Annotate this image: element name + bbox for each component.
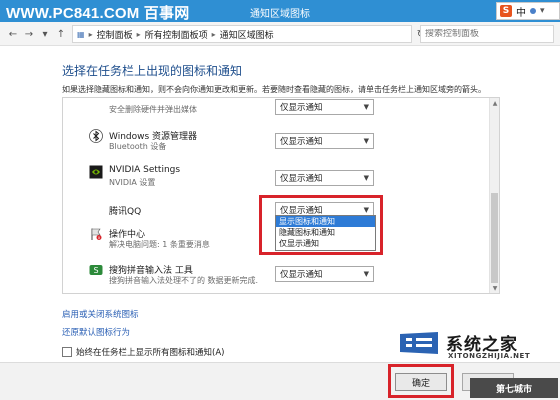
app-name: 腾讯QQ: [109, 207, 142, 217]
bluetooth-icon: [89, 129, 103, 143]
dropdown-option[interactable]: 隐藏图标和通知: [276, 227, 375, 238]
action-center-flag-icon: x: [89, 227, 103, 241]
site-watermark: WWW.PC841.COM 百事网: [6, 5, 190, 22]
window-title: 通知区域图标: [250, 9, 310, 20]
nvidia-icon: [89, 165, 103, 179]
app-description: 搜狗拼音输入法处理不了的 数据更新完成.: [109, 276, 259, 285]
recent-pages-icon[interactable]: ▾: [38, 27, 52, 41]
behavior-select-value: 仅显示通知: [280, 137, 323, 147]
app-name: NVIDIA Settings: [109, 165, 181, 175]
back-icon[interactable]: ←: [6, 27, 20, 41]
ime-language-label[interactable]: 中: [516, 4, 526, 19]
address-bar: ← → ▾ ↑ ▦ ▸ 控制面板 ▸ 所有控制面板项 ▸ 通知区域图标 ↻: [0, 22, 560, 46]
forward-icon[interactable]: →: [22, 27, 36, 41]
restore-defaults-link[interactable]: 还原默认图标行为: [62, 326, 130, 338]
chevron-down-icon: ▼: [363, 103, 369, 111]
always-show-checkbox-row[interactable]: 始终在任务栏上显示所有图标和通知(A): [62, 346, 224, 358]
app-description: 安全删除硬件并弹出媒体: [109, 105, 197, 114]
chevron-down-icon: ▼: [363, 174, 369, 182]
up-icon[interactable]: ↑: [54, 27, 68, 41]
toggle-system-icons-link[interactable]: 启用或关闭系统图标: [62, 308, 139, 320]
dropdown-option[interactable]: 显示图标和通知: [276, 216, 375, 227]
scroll-down-icon[interactable]: ▼: [490, 283, 499, 293]
search-input[interactable]: [425, 29, 535, 39]
ok-button[interactable]: 确定: [395, 373, 447, 391]
title-bar: WWW.PC841.COM 百事网 通知区域图标 S 中 ▾: [0, 0, 560, 22]
app-description: NVIDIA 设置: [109, 178, 156, 187]
scroll-thumb[interactable]: [491, 193, 498, 283]
sogou-ime-icon: S: [89, 263, 103, 277]
breadcrumb[interactable]: ▦ ▸ 控制面板 ▸ 所有控制面板项 ▸ 通知区域图标: [72, 25, 412, 43]
ime-more-icon[interactable]: ▾: [540, 6, 545, 16]
control-panel-icon: ▦: [77, 29, 85, 39]
behavior-select-value: 仅显示通知: [280, 174, 323, 184]
scroll-up-icon[interactable]: ▲: [490, 98, 499, 108]
sogou-ime-icon[interactable]: S: [500, 5, 512, 17]
notification-icon-list[interactable]: 安全删除硬件并弹出媒体 仅显示通知 ▼ Windows 资源管理器 Blueto…: [62, 97, 500, 294]
ime-toolbar[interactable]: S 中 ▾: [496, 2, 560, 20]
search-box[interactable]: [420, 25, 554, 43]
app-description: Bluetooth 设备: [109, 142, 167, 151]
behavior-select[interactable]: 仅显示通知 ▼: [275, 170, 374, 186]
page-description: 如果选择隐藏图标和通知，则不会向你通知更改和更新。若要随时查看隐藏的图标，请单击…: [62, 85, 486, 94]
xitongzhijia-logo: [398, 330, 440, 356]
chevron-down-icon: ▼: [363, 137, 369, 145]
vertical-scrollbar[interactable]: ▲ ▼: [489, 98, 499, 293]
breadcrumb-item[interactable]: 所有控制面板项: [145, 28, 208, 41]
behavior-select[interactable]: 仅显示通知 ▼: [275, 99, 374, 115]
page-title: 选择在任务栏上出现的图标和通知: [62, 64, 243, 78]
always-show-label[interactable]: 始终在任务栏上显示所有图标和通知(A): [76, 346, 224, 358]
behavior-select-value: 仅显示通知: [280, 103, 323, 113]
behavior-dropdown[interactable]: 显示图标和通知 隐藏图标和通知 仅显示通知: [275, 215, 376, 251]
brand-domain: XITONGZHIJIA.NET: [448, 352, 531, 360]
dropdown-option[interactable]: 仅显示通知: [276, 238, 375, 249]
always-show-checkbox[interactable]: [62, 347, 72, 357]
breadcrumb-item[interactable]: 控制面板: [97, 28, 133, 41]
behavior-select[interactable]: 仅显示通知 ▼: [275, 266, 374, 282]
breadcrumb-item[interactable]: 通知区域图标: [220, 28, 274, 41]
app-description: 解决电脑问题: 1 条重要消息: [109, 240, 210, 249]
ime-punctuation-icon[interactable]: [530, 8, 536, 14]
behavior-select-value: 仅显示通知: [280, 270, 323, 280]
behavior-select[interactable]: 仅显示通知 ▼: [275, 133, 374, 149]
corner-watermark: 第七城市: [470, 378, 558, 398]
chevron-down-icon: ▼: [363, 270, 369, 278]
svg-text:S: S: [93, 266, 98, 275]
